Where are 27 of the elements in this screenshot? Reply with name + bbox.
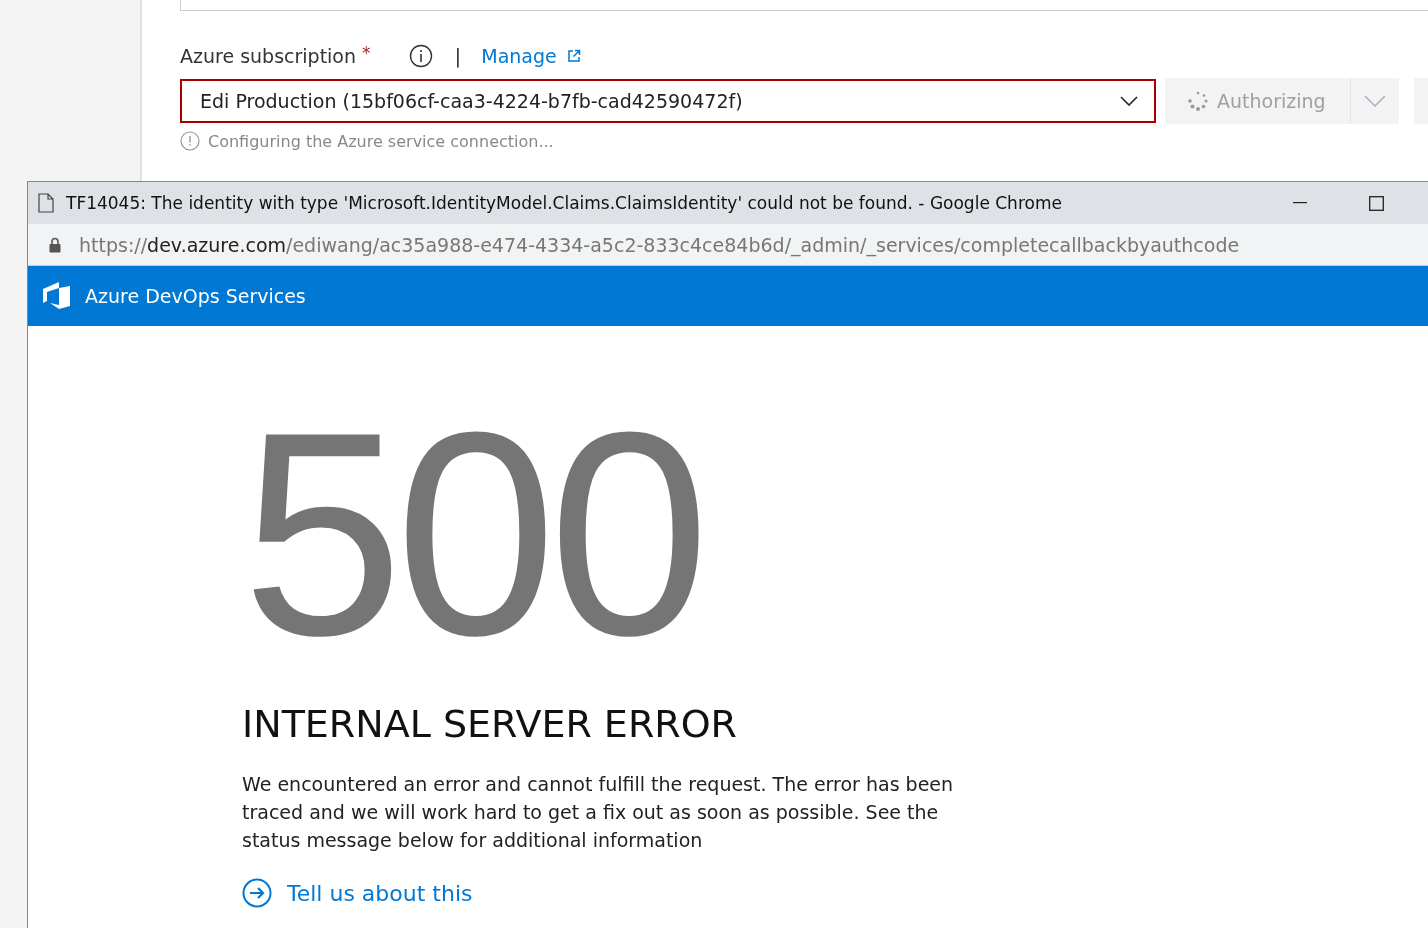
error-title: INTERNAL SERVER ERROR bbox=[242, 702, 738, 746]
url-text: https://dev.azure.com/ediwang/ac35a988-e474-4334-a5c2-833c4ce84b6d/_admin/_services/completecallbackbyauthcode bbox=[79, 233, 1240, 256]
required-mark: * bbox=[362, 43, 371, 63]
error-code: 500 bbox=[242, 388, 703, 650]
error-message: We encountered an error and cannot fulfill the request. The error has been traced and we will work hard to get a fix out as soon as possible. See the status message below for additional information bbox=[242, 772, 955, 853]
brand-name: Azure DevOps Services bbox=[85, 285, 306, 307]
page-icon bbox=[38, 193, 54, 213]
input-field[interactable] bbox=[180, 0, 1428, 11]
chevron-down-icon bbox=[1120, 96, 1138, 106]
arrow-circle-icon bbox=[242, 878, 272, 908]
manage-link[interactable]: Manage bbox=[481, 45, 557, 67]
field-label: Azure subscription bbox=[180, 45, 357, 67]
subscription-dropdown[interactable]: Edi Production (15bf06cf-caa3-4224-b7fb-cad42590472f) bbox=[180, 79, 1156, 123]
warning-icon bbox=[180, 131, 200, 151]
separator: | bbox=[454, 44, 462, 68]
maximize-icon[interactable] bbox=[1369, 195, 1384, 211]
lock-icon bbox=[49, 236, 61, 253]
external-link-icon[interactable] bbox=[566, 49, 581, 63]
chevron-down-icon bbox=[1364, 95, 1386, 107]
devops-logo-icon bbox=[41, 281, 73, 311]
feedback-link[interactable]: Tell us about this bbox=[287, 880, 473, 906]
minimize-icon[interactable] bbox=[1293, 202, 1307, 204]
window-title: TF14045: The identity with type 'Microsoft.IdentityModel.Claims.ClaimsIdentity' could not be found. - Google Chrome bbox=[66, 193, 1063, 213]
info-icon[interactable] bbox=[408, 44, 433, 68]
status-message: Configuring the Azure service connection... bbox=[208, 131, 554, 151]
address-bar[interactable]: https://dev.azure.com/ediwang/ac35a988-e474-4334-a5c2-833c4ce84b6d/_admin/_services/completecallbackbyauthcode bbox=[28, 224, 1428, 266]
spinner-icon bbox=[1187, 90, 1209, 112]
